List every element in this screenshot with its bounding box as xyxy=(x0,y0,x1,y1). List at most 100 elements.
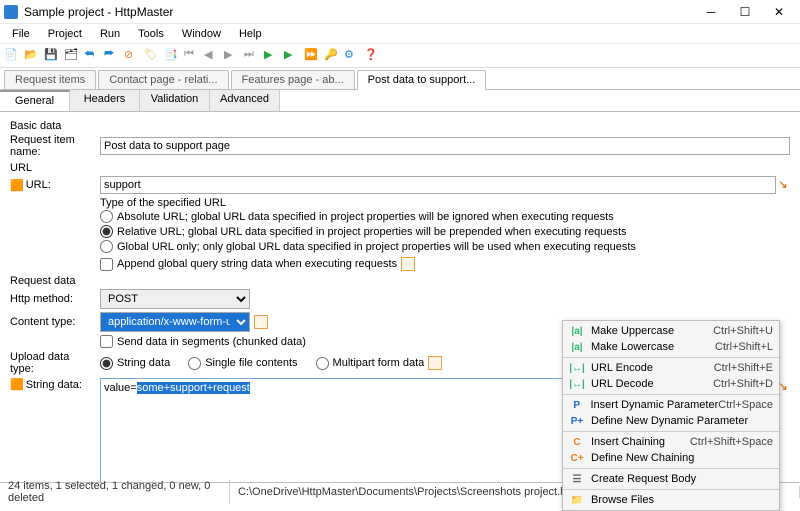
url-indicator-icon: 🟧 xyxy=(10,179,24,192)
titlebar: Sample project - HttpMaster ─ ☐ ✕ xyxy=(0,0,800,24)
ctx-icon: |↔| xyxy=(569,363,585,374)
ctx-label: Create Request Body xyxy=(591,473,773,485)
ctx-icon: |a| xyxy=(569,342,585,353)
ctx-item[interactable]: |↔|URL DecodeCtrl+Shift+D xyxy=(563,376,779,392)
menu-run[interactable]: Run xyxy=(92,27,128,41)
label-url: URL: xyxy=(26,179,51,191)
ctx-shortcut: Ctrl+Shift+D xyxy=(713,378,773,390)
ctx-item[interactable]: |a|Make LowercaseCtrl+Shift+L xyxy=(563,339,779,355)
ctx-shortcut: Ctrl+Shift+Space xyxy=(690,436,773,448)
multipart-config-icon[interactable] xyxy=(428,356,442,370)
tool-runall-icon[interactable]: ⏩ xyxy=(304,48,320,64)
label-string-data-opt: String data xyxy=(117,357,170,369)
tool-copy-icon[interactable]: 📑 xyxy=(164,48,180,64)
tool-first-icon[interactable]: ⏮ xyxy=(184,48,200,64)
radio-glob-url[interactable] xyxy=(100,240,113,253)
tool-key-icon[interactable]: 🔑 xyxy=(324,48,340,64)
file-tabs: Request items Contact page - relati... F… xyxy=(0,68,800,90)
tab-request-items[interactable]: Request items xyxy=(4,70,96,89)
ctx-label: Make Uppercase xyxy=(591,325,713,337)
subtabs: General Headers Validation Advanced xyxy=(0,90,800,112)
ctx-item[interactable]: 📁 Browse Files xyxy=(563,492,779,508)
string-data-indicator-icon: 🟧 xyxy=(10,378,24,391)
label-url-type: Type of the specified URL xyxy=(100,197,790,209)
tool-undo-icon[interactable]: ⮪ xyxy=(84,48,100,64)
tool-last-icon[interactable]: ⏭ xyxy=(244,48,260,64)
ctx-item[interactable]: PInsert Dynamic ParameterCtrl+Space xyxy=(563,397,779,413)
tool-run2-icon[interactable]: ▶ xyxy=(284,48,300,64)
menu-tools[interactable]: Tools xyxy=(130,27,172,41)
menu-help[interactable]: Help xyxy=(231,27,270,41)
ctx-label: Make Lowercase xyxy=(591,341,715,353)
menu-file[interactable]: File xyxy=(4,27,38,41)
chk-chunked[interactable] xyxy=(100,335,113,348)
window-title: Sample project - HttpMaster xyxy=(24,5,694,19)
tool-help-icon[interactable]: ❓ xyxy=(364,48,380,64)
select-content-type[interactable]: application/x-www-form-urlencoded xyxy=(100,312,250,332)
ctx-icon: C+ xyxy=(569,453,585,464)
select-http-method[interactable]: POST xyxy=(100,289,250,309)
maximize-button[interactable]: ☐ xyxy=(728,2,762,22)
radio-rel-url[interactable] xyxy=(100,225,113,238)
subtab-general[interactable]: General xyxy=(0,90,70,111)
label-append-qs: Append global query string data when exe… xyxy=(117,258,397,270)
tab-features-page[interactable]: Features page - ab... xyxy=(231,70,355,89)
radio-single-file[interactable] xyxy=(188,357,201,370)
app-icon xyxy=(4,5,18,19)
tool-saveall-icon[interactable]: 🗂 xyxy=(64,48,80,64)
ctx-icon: C xyxy=(569,437,585,448)
ctx-item[interactable]: ☰Create Request Body xyxy=(563,471,779,487)
append-qs-config-icon[interactable] xyxy=(401,257,415,271)
ctx-icon: 📁 xyxy=(569,495,585,506)
group-basic: Basic data xyxy=(10,120,790,132)
ctx-label: Define New Chaining xyxy=(591,452,773,464)
subtab-headers[interactable]: Headers xyxy=(70,90,140,111)
chk-append-qs[interactable] xyxy=(100,258,113,271)
ctx-item[interactable]: |↔| URL EncodeCtrl+Shift+E xyxy=(563,360,779,376)
content-type-config-icon[interactable] xyxy=(254,315,268,329)
tool-run1-icon[interactable]: ▶ xyxy=(264,48,280,64)
ctx-item[interactable]: C+ Define New Chaining xyxy=(563,450,779,466)
ctx-item[interactable]: |a| Make UppercaseCtrl+Shift+U xyxy=(563,323,779,339)
label-single-file: Single file contents xyxy=(205,357,297,369)
ctx-label: URL Encode xyxy=(591,362,714,374)
subtab-validation[interactable]: Validation xyxy=(140,90,210,111)
menu-project[interactable]: Project xyxy=(40,27,90,41)
ctx-label: Insert Chaining xyxy=(591,436,690,448)
radio-string-data[interactable] xyxy=(100,357,113,370)
tab-post-data[interactable]: Post data to support... xyxy=(357,70,487,90)
ctx-item[interactable]: C Insert ChainingCtrl+Shift+Space xyxy=(563,434,779,450)
tool-settings-icon[interactable]: ⚙ xyxy=(344,48,360,64)
ctx-icon: P+ xyxy=(569,416,585,427)
tool-cancel-icon[interactable]: ⊘ xyxy=(124,48,140,64)
tool-save-icon[interactable]: 💾 xyxy=(44,48,60,64)
tool-tag-icon[interactable]: 🏷 xyxy=(144,48,160,64)
url-builder-icon[interactable]: ↘ xyxy=(776,178,790,192)
tool-new-icon[interactable]: 📄 xyxy=(4,48,20,64)
toolbar: 📄 📂 💾 🗂 ⮪ ⮫ ⊘ 🏷 📑 ⏮ ◀ ▶ ⏭ ▶ ▶ ⏩ 🔑 ⚙ ❓ xyxy=(0,44,800,68)
group-request: Request data xyxy=(10,275,790,287)
label-multipart: Multipart form data xyxy=(333,357,425,369)
minimize-button[interactable]: ─ xyxy=(694,2,728,22)
label-rel-url: Relative URL; global URL data specified … xyxy=(117,226,627,238)
tool-open-icon[interactable]: 📂 xyxy=(24,48,40,64)
label-request-name: Request item name: xyxy=(10,134,100,158)
tab-contact-page[interactable]: Contact page - relati... xyxy=(98,70,228,89)
ctx-shortcut: Ctrl+Shift+U xyxy=(713,325,773,337)
label-upload-type: Upload data type: xyxy=(10,351,100,375)
tool-next-icon[interactable]: ▶ xyxy=(224,48,240,64)
radio-multipart[interactable] xyxy=(316,357,329,370)
ctx-label: Browse Files xyxy=(591,494,773,506)
ctx-icon: |a| xyxy=(569,326,585,337)
tool-prev-icon[interactable]: ◀ xyxy=(204,48,220,64)
input-request-name[interactable] xyxy=(100,137,790,155)
group-url: URL xyxy=(10,162,790,174)
close-button[interactable]: ✕ xyxy=(762,2,796,22)
ctx-item[interactable]: P+Define New Dynamic Parameter xyxy=(563,413,779,429)
radio-abs-url[interactable] xyxy=(100,210,113,223)
input-url[interactable] xyxy=(100,176,776,194)
tool-redo-icon[interactable]: ⮫ xyxy=(104,48,120,64)
ctx-shortcut: Ctrl+Shift+E xyxy=(714,362,773,374)
subtab-advanced[interactable]: Advanced xyxy=(210,90,280,111)
menu-window[interactable]: Window xyxy=(174,27,229,41)
